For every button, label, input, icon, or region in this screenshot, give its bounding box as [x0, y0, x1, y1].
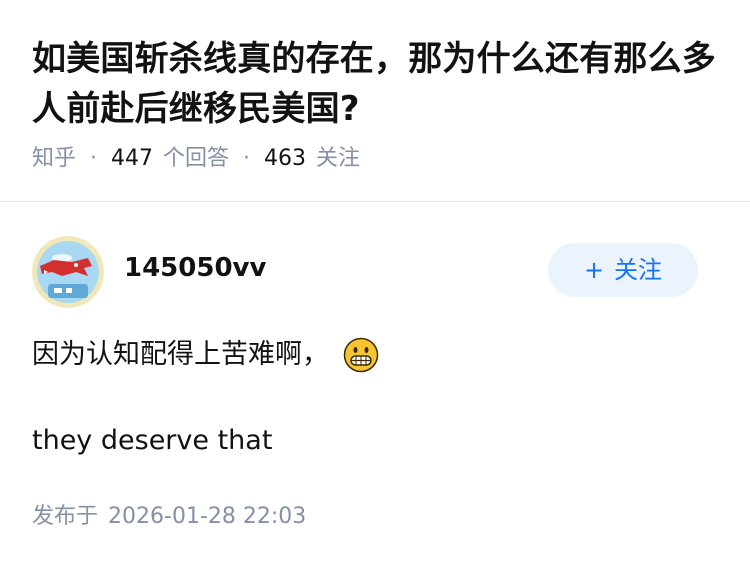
answer-content-line: 因为认知配得上苦难啊， — [32, 333, 379, 377]
answer-text-english: they deserve that — [32, 425, 273, 456]
follower-count-label: 关注 — [316, 146, 361, 171]
answer-text: 因为认知配得上苦难啊， — [32, 339, 329, 370]
grinning-face-emoji-icon — [343, 337, 379, 373]
source-label: 知乎 — [32, 146, 77, 171]
avatar-shark-illustration — [32, 236, 104, 308]
publish-info: 发布于 2026-01-28 22:03 — [32, 500, 306, 534]
follower-count: 463 — [264, 146, 307, 171]
publish-label: 发布于 — [32, 504, 99, 529]
separator-dot: · — [90, 146, 98, 171]
author-name[interactable]: 145050vv — [124, 249, 266, 287]
zhihu-answer-page: 如美国斩杀线真的存在，那为什么还有那么多人前赴后继移民美国? 知乎 · 447 … — [0, 0, 750, 568]
follow-button[interactable]: + 关注 — [548, 243, 698, 297]
publish-time: 2026-01-28 22:03 — [108, 504, 307, 529]
answer-count: 447 — [111, 146, 154, 171]
question-meta: 知乎 · 447 个回答 · 463 关注 — [32, 142, 360, 176]
question-header: 如美国斩杀线真的存在，那为什么还有那么多人前赴后继移民美国? 知乎 · 447 … — [0, 0, 750, 202]
answer-card: 145050vv + 关注 因为认知配得上苦难啊， they deserve th… — [0, 203, 750, 568]
plus-icon: + — [583, 256, 605, 284]
avatar[interactable] — [32, 236, 104, 308]
answer-count-label[interactable]: 个回答 — [163, 142, 229, 176]
follow-button-label: 关注 — [614, 256, 663, 284]
separator-dot: · — [243, 146, 251, 171]
question-title[interactable]: 如美国斩杀线真的存在，那为什么还有那么多人前赴后继移民美国? — [32, 34, 732, 134]
